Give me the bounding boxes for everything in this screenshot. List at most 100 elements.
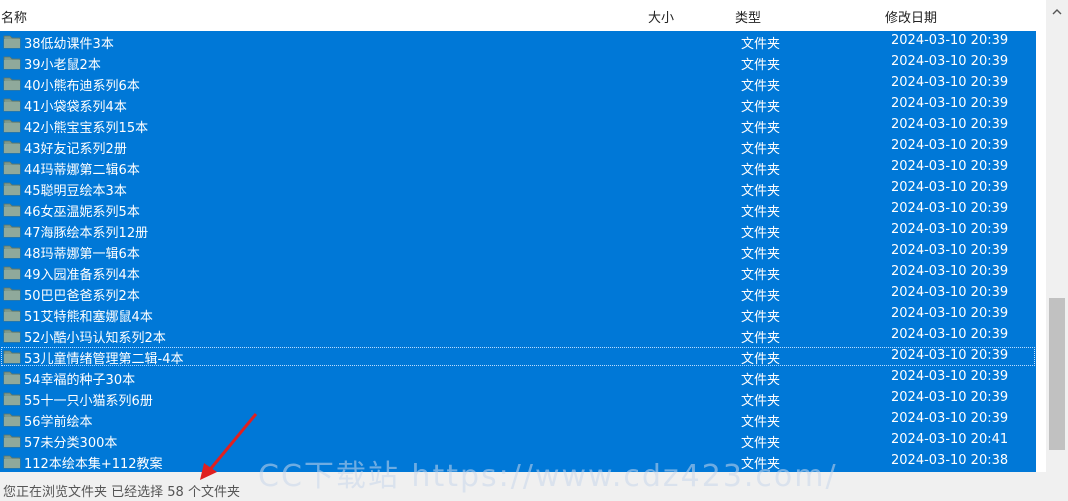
folder-icon (3, 77, 21, 91)
item-name: 50巴巴爸爸系列2本 (24, 289, 140, 304)
scroll-up-button[interactable] (1046, 0, 1068, 24)
item-type: 文件夹 (741, 100, 781, 115)
folder-icon (3, 413, 21, 427)
item-name: 53儿童情绪管理第二辑-4本 (24, 352, 184, 367)
item-type: 文件夹 (741, 142, 781, 157)
item-type: 文件夹 (741, 247, 781, 262)
item-type: 文件夹 (741, 415, 781, 430)
item-modified-date: 2024-03-10 20:39 (891, 75, 1009, 90)
item-modified-date: 2024-03-10 20:39 (891, 369, 1009, 384)
folder-icon (3, 140, 21, 154)
item-name: 39小老鼠2本 (24, 58, 101, 73)
list-item[interactable]: 40小熊布迪系列6本 文件夹 2024-03-10 20:39 (0, 73, 1036, 94)
list-item[interactable]: 46女巫温妮系列5本 文件夹 2024-03-10 20:39 (0, 199, 1036, 220)
item-type: 文件夹 (741, 163, 781, 178)
list-item[interactable]: 43好友记系列2册 文件夹 2024-03-10 20:39 (0, 136, 1036, 157)
item-type: 文件夹 (741, 394, 781, 409)
list-item[interactable]: 57未分类300本 文件夹 2024-03-10 20:41 (0, 430, 1036, 451)
folder-icon (3, 266, 21, 280)
item-modified-date: 2024-03-10 20:39 (891, 180, 1009, 195)
item-type: 文件夹 (741, 205, 781, 220)
column-header-name[interactable]: 名称 (1, 7, 27, 26)
folder-icon (3, 35, 21, 49)
item-name: 42小熊宝宝系列15本 (24, 121, 149, 136)
list-item[interactable]: 56学前绘本 文件夹 2024-03-10 20:39 (0, 409, 1036, 430)
item-modified-date: 2024-03-10 20:38 (891, 453, 1009, 468)
list-item[interactable]: 51艾特熊和塞娜鼠4本 文件夹 2024-03-10 20:39 (0, 304, 1036, 325)
list-item[interactable]: 41小袋袋系列4本 文件夹 2024-03-10 20:39 (0, 94, 1036, 115)
item-type: 文件夹 (741, 373, 781, 388)
item-modified-date: 2024-03-10 20:39 (891, 54, 1009, 69)
list-item[interactable]: 53儿童情绪管理第二辑-4本 文件夹 2024-03-10 20:39 (0, 346, 1036, 367)
item-type: 文件夹 (741, 184, 781, 199)
folder-icon (3, 434, 21, 448)
item-type: 文件夹 (741, 268, 781, 283)
item-name: 54幸福的种子30本 (24, 373, 136, 388)
list-item[interactable]: 39小老鼠2本 文件夹 2024-03-10 20:39 (0, 52, 1036, 73)
folder-icon (3, 224, 21, 238)
column-header-date[interactable]: 修改日期 (885, 7, 937, 26)
item-modified-date: 2024-03-10 20:39 (891, 159, 1009, 174)
item-type: 文件夹 (741, 310, 781, 325)
item-modified-date: 2024-03-10 20:39 (891, 33, 1009, 48)
column-header-type[interactable]: 类型 (735, 7, 761, 26)
file-list: 38低幼课件3本 文件夹 2024-03-10 20:39 39小老鼠2本 文件夹 202… (0, 31, 1036, 472)
item-name: 51艾特熊和塞娜鼠4本 (24, 310, 153, 325)
folder-icon (3, 371, 21, 385)
item-type: 文件夹 (741, 331, 781, 346)
item-modified-date: 2024-03-10 20:39 (891, 411, 1009, 426)
item-name: 56学前绘本 (24, 415, 93, 430)
item-type: 文件夹 (741, 121, 781, 136)
item-modified-date: 2024-03-10 20:39 (891, 96, 1009, 111)
list-item[interactable]: 55十一只小猫系列6册 文件夹 2024-03-10 20:39 (0, 388, 1036, 409)
list-item[interactable]: 47海豚绘本系列12册 文件夹 2024-03-10 20:39 (0, 220, 1036, 241)
column-header-size[interactable]: 大小 (648, 7, 674, 26)
folder-icon (3, 56, 21, 70)
item-modified-date: 2024-03-10 20:39 (891, 264, 1009, 279)
item-name: 44玛蒂娜第二辑6本 (24, 163, 140, 178)
item-name: 47海豚绘本系列12册 (24, 226, 149, 241)
item-modified-date: 2024-03-10 20:39 (891, 243, 1009, 258)
folder-icon (3, 329, 21, 343)
folder-icon (3, 161, 21, 175)
column-header: 名称 大小 类型 修改日期 (0, 0, 1046, 30)
item-name: 52小酷小玛认知系列2本 (24, 331, 166, 346)
folder-icon (3, 287, 21, 301)
item-type: 文件夹 (741, 226, 781, 241)
folder-icon (3, 455, 21, 469)
item-modified-date: 2024-03-10 20:39 (891, 222, 1009, 237)
item-name: 57未分类300本 (24, 436, 118, 451)
list-item[interactable]: 48玛蒂娜第一辑6本 文件夹 2024-03-10 20:39 (0, 241, 1036, 262)
list-item[interactable]: 49入园准备系列4本 文件夹 2024-03-10 20:39 (0, 262, 1036, 283)
item-type: 文件夹 (741, 37, 781, 52)
folder-icon (3, 98, 21, 112)
item-name: 40小熊布迪系列6本 (24, 79, 140, 94)
list-item[interactable]: 38低幼课件3本 文件夹 2024-03-10 20:39 (0, 31, 1036, 52)
item-name: 55十一只小猫系列6册 (24, 394, 153, 409)
scroll-thumb[interactable] (1049, 298, 1065, 450)
item-modified-date: 2024-03-10 20:39 (891, 327, 1009, 342)
red-arrow-icon (200, 413, 258, 480)
list-item[interactable]: 45聪明豆绘本3本 文件夹 2024-03-10 20:39 (0, 178, 1036, 199)
status-text: 您正在浏览文件夹 已经选择 58 个文件夹 (3, 485, 240, 500)
folder-icon (3, 392, 21, 406)
chevron-up-icon (1052, 9, 1062, 15)
list-item[interactable]: 44玛蒂娜第二辑6本 文件夹 2024-03-10 20:39 (0, 157, 1036, 178)
item-modified-date: 2024-03-10 20:39 (891, 285, 1009, 300)
item-name: 49入园准备系列4本 (24, 268, 140, 283)
item-name: 41小袋袋系列4本 (24, 100, 127, 115)
item-name: 48玛蒂娜第一辑6本 (24, 247, 140, 262)
list-item[interactable]: 54幸福的种子30本 文件夹 2024-03-10 20:39 (0, 367, 1036, 388)
item-name: 112本绘本集+112教案 (24, 457, 163, 472)
folder-icon (3, 119, 21, 133)
item-modified-date: 2024-03-10 20:39 (891, 117, 1009, 132)
list-item[interactable]: 52小酷小玛认知系列2本 文件夹 2024-03-10 20:39 (0, 325, 1036, 346)
item-type: 文件夹 (741, 289, 781, 304)
list-item[interactable]: 42小熊宝宝系列15本 文件夹 2024-03-10 20:39 (0, 115, 1036, 136)
list-item[interactable]: 50巴巴爸爸系列2本 文件夹 2024-03-10 20:39 (0, 283, 1036, 304)
folder-icon (3, 203, 21, 217)
vertical-scrollbar[interactable] (1046, 0, 1068, 472)
folder-icon (3, 350, 21, 364)
item-modified-date: 2024-03-10 20:39 (891, 306, 1009, 321)
item-type: 文件夹 (741, 436, 781, 451)
